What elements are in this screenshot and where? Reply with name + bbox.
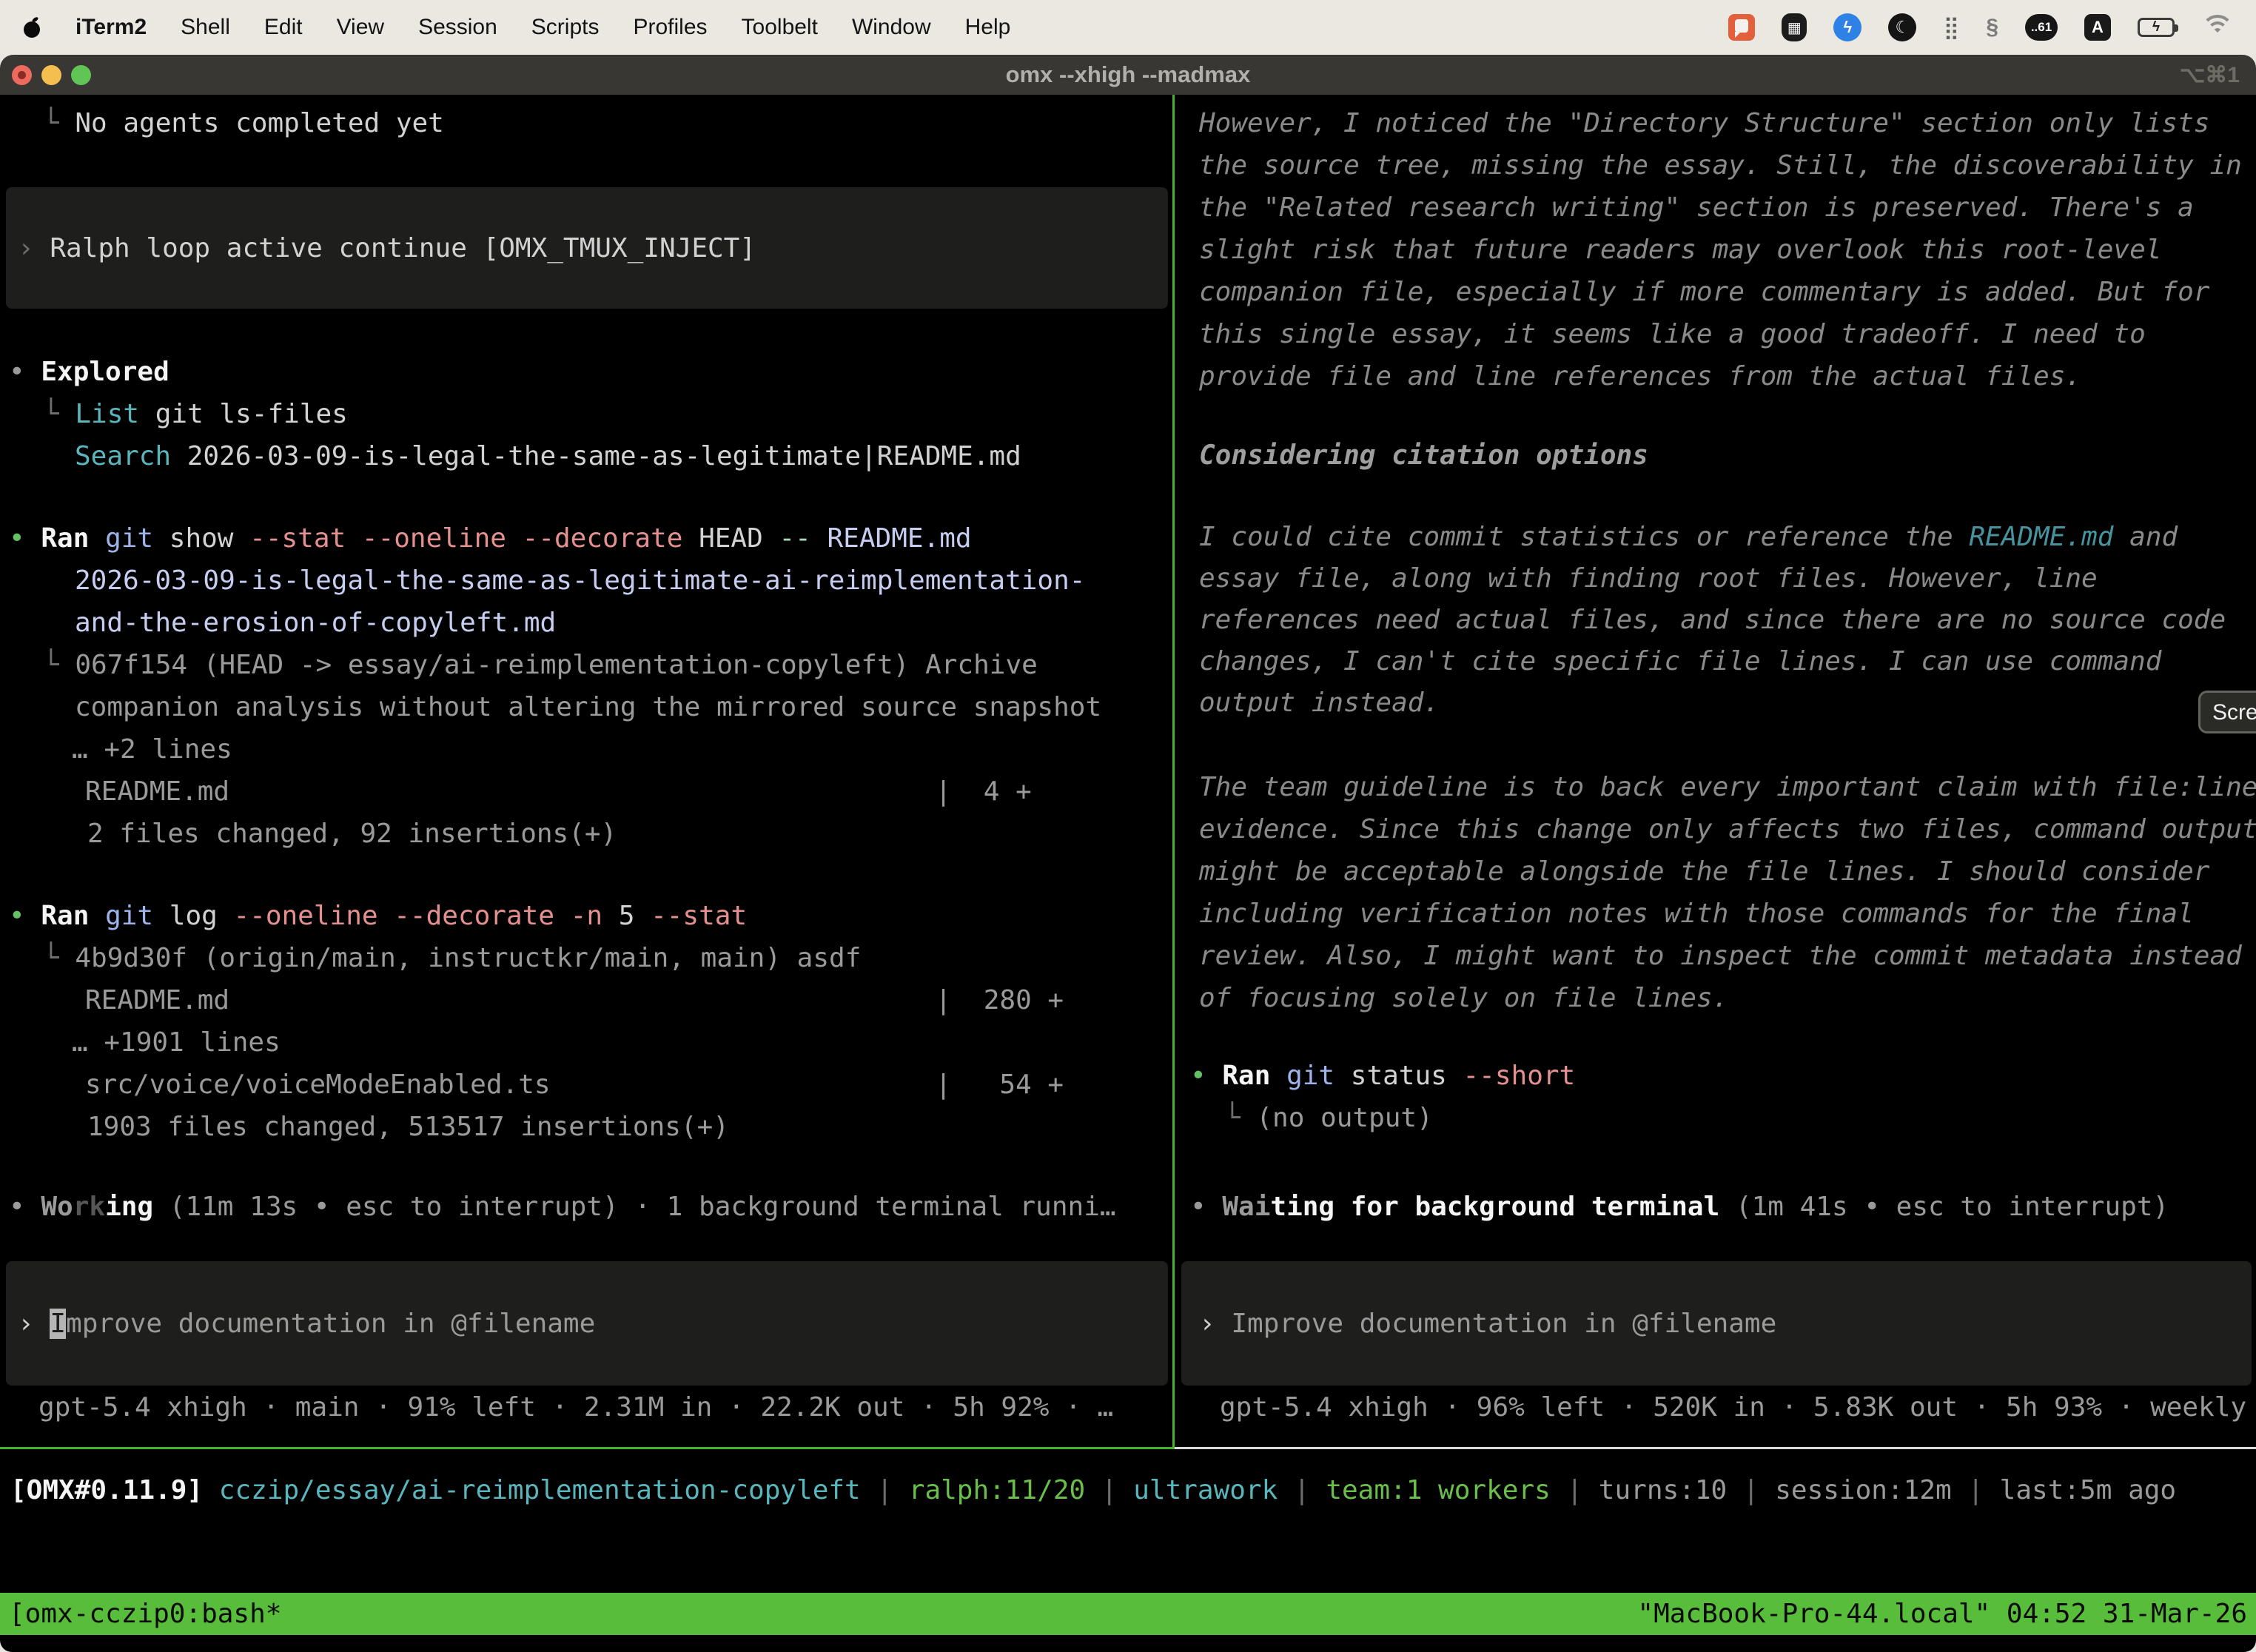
left-explored: • Explored: [9, 351, 169, 393]
right-para1-l5: companion file, especially if more comme…: [1199, 271, 2209, 313]
wifi-icon[interactable]: [2201, 15, 2234, 40]
right-para1-l3: the "Related research writing" section i…: [1199, 187, 2194, 229]
right-waiting: • Waiting for background terminal (1m 41…: [1190, 1186, 2169, 1228]
right-para2-l1: I could cite commit statistics or refere…: [1199, 516, 2178, 558]
left-working: • Working (11m 13s • esc to interrupt) ·…: [9, 1186, 1116, 1228]
menu-item-view[interactable]: View: [337, 15, 384, 40]
right-para3-l5: review. Also, I might want to inspect th…: [1199, 935, 2242, 977]
squiggle-icon[interactable]: §: [1986, 15, 1998, 40]
screen-tooltip: Scre: [2198, 691, 2256, 733]
input-source-icon[interactable]: A: [2084, 14, 2111, 41]
tmux-pane-divider[interactable]: [1172, 95, 1175, 1449]
window-title: omx --xhigh --madmax: [0, 61, 2256, 88]
screen-tooltip-label: Scre: [2212, 691, 2256, 733]
menu-item-edit[interactable]: Edit: [264, 15, 303, 40]
right-para1-l6: this single essay, it seems like a good …: [1199, 313, 2146, 355]
right-model-status: gpt-5.4 xhigh · 96% left · 520K in · 5.8…: [1220, 1386, 2256, 1428]
left-plus1901: … +1901 lines: [72, 1021, 281, 1064]
right-para2-l4: changes, I can't cite specific file line…: [1199, 640, 2161, 682]
omx-status-line: [OMX#0.11.9] cczip/essay/ai-reimplementa…: [10, 1469, 2176, 1511]
battery-icon[interactable]: ϟ: [2138, 18, 2175, 37]
right-para2-l2: essay file, along with finding root file…: [1199, 557, 2098, 600]
left-stat-2files: 2 files changed, 92 insertions(+): [87, 813, 617, 855]
menu-item-iterm2[interactable]: iTerm2: [75, 15, 147, 40]
left-commit-067: └ 067f154 (HEAD -> essay/ai-reimplementa…: [43, 644, 1038, 686]
right-pane-bottom-border: [1175, 1447, 2256, 1449]
terminal-body: └ No agents completed yet › Ralph loop ac…: [0, 95, 2256, 1652]
battery-percent-badge[interactable]: ..61: [2025, 14, 2058, 41]
left-ran-show: • Ran git show --stat --oneline --decora…: [9, 517, 972, 560]
right-no-output: └ (no output): [1224, 1097, 1433, 1139]
left-model-status: gpt-5.4 xhigh · main · 91% left · 2.31M …: [38, 1386, 1113, 1428]
right-para3-l2: evidence. Since this change only affects…: [1199, 808, 2256, 850]
screenshot-app-icon[interactable]: [1728, 14, 1755, 41]
right-input-text: › Improve documentation in @filename: [1199, 1303, 1776, 1345]
right-para1-l4: slight risk that future readers may over…: [1199, 229, 2161, 271]
menu-item-toolbelt[interactable]: Toolbelt: [742, 15, 818, 40]
apple-icon[interactable]: [22, 16, 41, 38]
left-show-file-1: 2026-03-09-is-legal-the-same-as-legitima…: [75, 560, 1085, 602]
left-show-file-2: and-the-erosion-of-copyleft.md: [75, 602, 556, 644]
left-pane-bottom-border: [0, 1447, 1175, 1449]
menu-item-session[interactable]: Session: [418, 15, 497, 40]
dots-grid-icon[interactable]: ⣿: [1943, 15, 1959, 41]
menu-item-scripts[interactable]: Scripts: [531, 15, 600, 40]
messenger-badge-icon[interactable]: ϟ: [1833, 13, 1861, 41]
left-input-text: › Improve documentation in @filename: [18, 1303, 595, 1345]
left-search: Search 2026-03-09-is-legal-the-same-as-l…: [75, 435, 1021, 477]
left-stat-readme4: README.md | 4 +: [85, 770, 1032, 813]
right-para3-l6: of focusing solely on file lines.: [1199, 977, 1728, 1019]
tmux-status-bar: [omx-cczip0:bash* "MacBook-Pro-44.local"…: [0, 1593, 2256, 1635]
right-heading: Considering citation options: [1199, 434, 1648, 477]
left-stat-voice: src/voice/voiceModeEnabled.ts | 54 +: [85, 1064, 1064, 1106]
left-commit-067-2: companion analysis without altering the …: [75, 686, 1101, 728]
right-para2-l5: output instead.: [1199, 682, 1440, 724]
moon-app-icon[interactable]: ☾: [1888, 13, 1916, 41]
right-para1-l1: However, I noticed the "Directory Struct…: [1199, 102, 2209, 144]
left-stat-readme280: README.md | 280 +: [85, 979, 1064, 1021]
menu-item-help[interactable]: Help: [965, 15, 1011, 40]
left-commit-4b9: └ 4b9d30f (origin/main, instructkr/main,…: [43, 937, 861, 979]
window-title-bar: omx --xhigh --madmax ⌥⌘1: [0, 55, 2256, 95]
left-plus2: … +2 lines: [72, 728, 232, 770]
menu-item-window[interactable]: Window: [852, 15, 931, 40]
right-para1-l7: provide file and line references from th…: [1199, 355, 2081, 397]
right-para3-l3: might be acceptable alongside the file l…: [1199, 850, 2209, 893]
left-no-agents: └ No agents completed yet: [43, 102, 444, 144]
tmux-session-label: [omx-cczip0:bash*: [9, 1593, 281, 1635]
window-shortcut-badge: ⌥⌘1: [2180, 62, 2240, 88]
left-list: └ List git ls-files: [43, 393, 348, 435]
right-ran-status: • Ran git status --short: [1190, 1055, 1575, 1097]
right-para3-l4: including verification notes with those …: [1199, 893, 2194, 935]
keypad-shield-icon[interactable]: ▦: [1782, 13, 1807, 41]
right-para2-l3: references need actual files, and since …: [1199, 599, 2226, 641]
right-para3-l1: The team guideline is to back every impo…: [1199, 766, 2256, 808]
tmux-host-clock: "MacBook-Pro-44.local" 04:52 31-Mar-26: [1637, 1593, 2247, 1635]
right-para1-l2: the source tree, missing the essay. Stil…: [1199, 144, 2242, 187]
menu-item-shell[interactable]: Shell: [181, 15, 230, 40]
left-ralph-loop: › Ralph loop active continue [OMX_TMUX_I…: [18, 227, 756, 269]
menu-bar: iTerm2 Shell Edit View Session Scripts Profile…: [0, 0, 2256, 55]
left-stat-1903files: 1903 files changed, 513517 insertions(+): [87, 1106, 729, 1148]
left-ran-log: • Ran git log --oneline --decorate -n 5 …: [9, 895, 747, 937]
menu-item-profiles[interactable]: Profiles: [633, 15, 707, 40]
